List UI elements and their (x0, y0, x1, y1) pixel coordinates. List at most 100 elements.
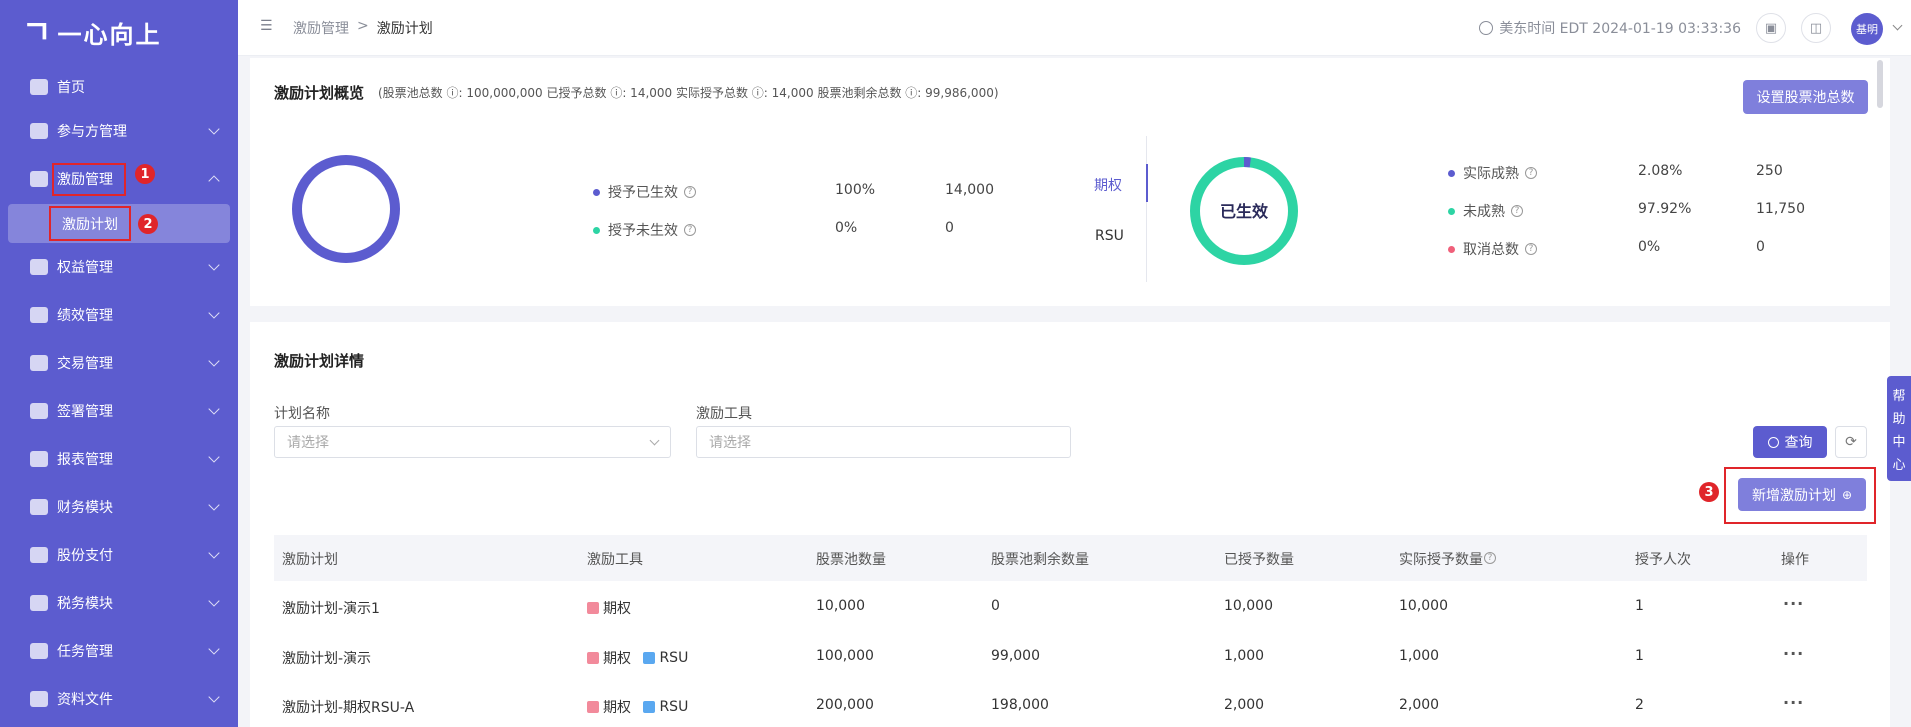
cell-count: 2 (1635, 697, 1644, 713)
tool-tag-label: RSU (659, 650, 689, 666)
sidebar-item-trading[interactable]: 交易管理 (0, 343, 238, 383)
grant-legend-effective: 授予已生效 ? (593, 182, 696, 202)
clipboard-icon: ▣ (1764, 20, 1778, 36)
grant-donut-ring (292, 155, 400, 263)
breadcrumb-parent[interactable]: 激励管理 (293, 18, 349, 38)
cell-plan-name[interactable]: 激励计划-期权RSU-A (282, 697, 414, 717)
more-actions-button[interactable]: ··· (1783, 693, 1804, 712)
tab-divider (1146, 136, 1147, 282)
cell-granted: 10,000 (1224, 598, 1273, 614)
cell-tools: 期权 RSU (587, 648, 696, 668)
plan-name-select[interactable]: 请选择 (274, 426, 671, 458)
cell-plan-name[interactable]: 激励计划-演示1 (282, 598, 380, 618)
help-icon[interactable]: ? (1484, 552, 1496, 564)
help-center-tab[interactable]: 帮 助 中 心 (1887, 376, 1911, 481)
chevron-down-icon (208, 123, 220, 135)
vest-legend-vested: 实际成熟 ? (1448, 163, 1537, 183)
cell-count: 1 (1635, 598, 1644, 614)
brand-logo[interactable]: ㄱ 一心向上 (22, 12, 161, 52)
search-icon (1767, 436, 1779, 448)
sidebar-item-tasks[interactable]: 任务管理 (0, 631, 238, 671)
sidebar-item-label: 权益管理 (57, 260, 113, 276)
sidebar-item-files[interactable]: 资料文件 (0, 679, 238, 719)
gift-button[interactable]: ◫ (1801, 13, 1831, 43)
option-icon (587, 602, 599, 614)
grant-noneffective-value: 0 (945, 220, 954, 236)
sidebar-item-label: 任务管理 (57, 644, 113, 660)
annotation-badge-2: 2 (138, 214, 158, 234)
sidebar-item-finance[interactable]: 财务模块 (0, 487, 238, 527)
more-actions-button[interactable]: ··· (1783, 594, 1804, 613)
chevron-down-icon (208, 307, 220, 319)
cell-remaining: 99,000 (991, 648, 1040, 664)
scrollbar[interactable] (1877, 60, 1883, 108)
sidebar-item-home[interactable]: 首页 (0, 67, 238, 107)
share-payment-icon (30, 547, 48, 563)
clock-icon (1479, 21, 1494, 35)
chevron-up-icon (208, 175, 220, 187)
grant-legend-noneffective: 授予未生效 ? (593, 220, 696, 240)
sidebar-item-label: 参与方管理 (57, 124, 127, 140)
tool-tag: 期权 (587, 697, 631, 717)
help-icon[interactable]: ? (684, 224, 696, 236)
avatar[interactable]: 基明 (1851, 13, 1883, 45)
sidebar-item-equity[interactable]: 权益管理 (0, 247, 238, 287)
tool-tag: 期权 (587, 598, 631, 618)
detail-title: 激励计划详情 (274, 352, 365, 370)
trading-icon (30, 355, 48, 371)
reset-button[interactable]: ⟳ (1835, 426, 1867, 458)
sidebar-item-label: 股份支付 (57, 548, 113, 564)
legend-label: 实际成熟 (1463, 166, 1519, 182)
sidebar-item-tax[interactable]: 税务模块 (0, 583, 238, 623)
option-icon (587, 701, 599, 713)
sidebar-item-reports[interactable]: 报表管理 (0, 439, 238, 479)
sidebar-item-signing[interactable]: 签署管理 (0, 391, 238, 431)
time-text: 美东时间 EDT 2024-01-19 03:33:36 (1499, 21, 1741, 37)
sidebar-item-performance[interactable]: 绩效管理 (0, 295, 238, 335)
tool-input[interactable]: 请选择 (696, 426, 1071, 458)
help-icon[interactable]: ? (1525, 167, 1537, 179)
vest-cancelled-value: 0 (1756, 239, 1765, 255)
files-icon (30, 691, 48, 707)
help-tab-char: 心 (1892, 457, 1906, 473)
cell-count: 1 (1635, 648, 1644, 664)
tab-rsu[interactable]: RSU (1095, 228, 1124, 244)
vest-vested-value: 250 (1756, 163, 1783, 179)
collapse-sidebar-icon[interactable]: ☰ (260, 19, 274, 33)
sidebar-item-label: 签署管理 (57, 404, 113, 420)
tool-tag-label: 期权 (603, 601, 631, 617)
vest-legend-unvested: 未成熟 ? (1448, 201, 1523, 221)
breadcrumb-separator: > (357, 18, 369, 34)
cell-pool: 200,000 (816, 697, 874, 713)
tool-tag-label: 期权 (603, 651, 631, 667)
detail-card (250, 322, 1890, 727)
grant-noneffective-pct: 0% (835, 220, 858, 236)
sidebar-item-label: 首页 (57, 80, 85, 96)
legend-dot (1448, 169, 1455, 177)
sidebar-item-label: 税务模块 (57, 596, 113, 612)
sidebar-item-share-payment[interactable]: 股份支付 (0, 535, 238, 575)
vest-vested-pct: 2.08% (1638, 163, 1683, 179)
tab-option[interactable]: 期权 (1094, 175, 1122, 195)
chevron-down-icon (208, 403, 220, 415)
tool-tag-label: RSU (659, 699, 689, 715)
help-icon[interactable]: ? (1525, 243, 1537, 255)
tool-tag: 期权 (587, 648, 631, 668)
rsu-icon (643, 652, 656, 664)
help-icon[interactable]: ? (1511, 205, 1523, 217)
chevron-down-icon[interactable] (1892, 20, 1903, 31)
annotation-badge-1: 1 (135, 164, 155, 184)
set-pool-button[interactable]: 设置股票池总数 (1743, 80, 1868, 114)
annotation-box-3 (1724, 467, 1876, 524)
reports-icon (30, 451, 48, 467)
cell-granted: 2,000 (1224, 697, 1265, 713)
more-actions-button[interactable]: ··· (1783, 644, 1804, 663)
query-button[interactable]: 查询 (1753, 426, 1827, 458)
tasks-icon (30, 643, 48, 659)
chevron-down-icon (208, 451, 220, 463)
sidebar-item-participants[interactable]: 参与方管理 (0, 111, 238, 151)
legend-dot (593, 188, 600, 196)
cell-plan-name[interactable]: 激励计划-演示 (282, 648, 371, 668)
help-icon[interactable]: ? (684, 186, 696, 198)
task-button[interactable]: ▣ (1756, 13, 1786, 43)
